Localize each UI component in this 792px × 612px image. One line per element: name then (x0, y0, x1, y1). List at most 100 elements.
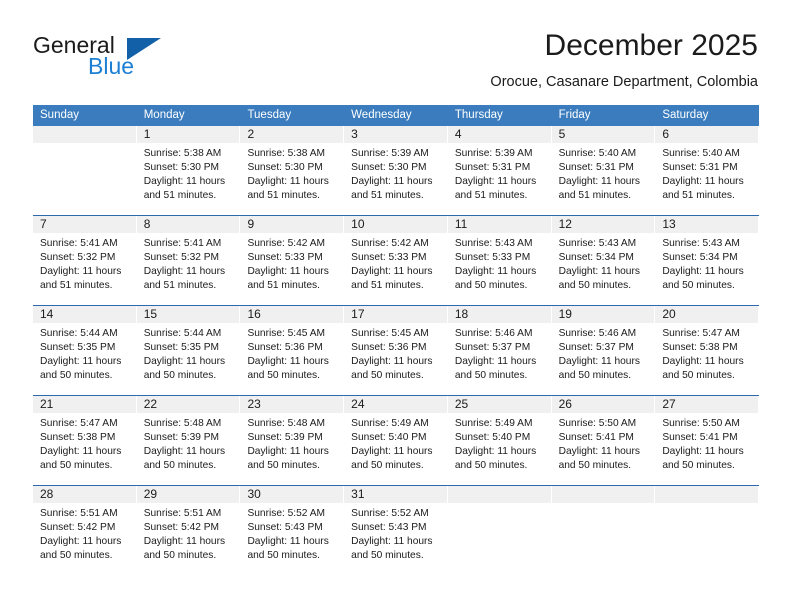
day-info: Sunrise: 5:45 AM Sunset: 5:36 PM Daylight:… (240, 323, 343, 383)
sunrise-text: Sunrise: 5:43 AM (558, 238, 637, 249)
daylight-text-line1: Daylight: 11 hours (454, 176, 537, 187)
sunset-text: Sunset: 5:32 PM (40, 252, 116, 263)
day-cell[interactable]: 9 Sunrise: 5:42 AM Sunset: 5:33 PM Daylight… (240, 216, 345, 305)
day-cell[interactable]: 25 Sunrise: 5:49 AM Sunset: 5:40 PM Dayligh… (447, 396, 552, 485)
day-cell[interactable]: 8 Sunrise: 5:41 AM Sunset: 5:32 PM Daylight… (136, 216, 241, 305)
day-cell[interactable]: 11 Sunrise: 5:43 AM Sunset: 5:33 PM Dayligh… (447, 216, 552, 305)
daylight-text-line2: and 50 minutes. (454, 460, 528, 471)
day-cell[interactable]: 2 Sunrise: 5:38 AM Sunset: 5:30 PM Daylight… (240, 126, 345, 215)
day-cell[interactable]: 10 Sunrise: 5:42 AM Sunset: 5:33 PM Dayligh… (344, 216, 448, 305)
day-cell[interactable]: 26 Sunrise: 5:50 AM Sunset: 5:41 PM Dayligh… (551, 396, 656, 485)
sunrise-text: Sunrise: 5:42 AM (351, 238, 429, 249)
day-number: 17 (344, 306, 447, 323)
day-cell[interactable]: 7 Sunrise: 5:41 AM Sunset: 5:32 PM Daylight… (33, 216, 137, 305)
day-number: 8 (136, 216, 240, 233)
day-cell[interactable]: 12 Sunrise: 5:43 AM Sunset: 5:34 PM Dayligh… (551, 216, 656, 305)
day-info: Sunrise: 5:41 AM Sunset: 5:32 PM Daylight:… (137, 233, 240, 293)
daylight-text-line2: and 50 minutes. (351, 370, 424, 381)
daylight-text-line1: Daylight: 11 hours (662, 176, 744, 187)
daylight-text-line2: and 50 minutes. (558, 370, 632, 381)
daylight-text-line1: Daylight: 11 hours (40, 536, 122, 547)
day-info: Sunrise: 5:50 AM Sunset: 5:41 PM Daylight:… (655, 413, 758, 473)
sunrise-text: Sunrise: 5:49 AM (454, 418, 533, 429)
daylight-text-line1: Daylight: 11 hours (143, 536, 226, 547)
day-cell[interactable]: 3 Sunrise: 5:39 AM Sunset: 5:30 PM Daylight… (344, 126, 448, 215)
sunset-text: Sunset: 5:33 PM (247, 252, 323, 263)
weekday-header-thursday: Thursday (454, 109, 503, 121)
day-cell[interactable]: 31 Sunrise: 5:52 AM Sunset: 5:43 PM Dayligh… (344, 486, 448, 575)
sunrise-text: Sunrise: 5:46 AM (558, 328, 637, 339)
daylight-text-line1: Daylight: 11 hours (558, 266, 640, 277)
day-cell[interactable]: 15 Sunrise: 5:44 AM Sunset: 5:35 PM Dayligh… (136, 306, 241, 395)
sunrise-text: Sunrise: 5:50 AM (662, 418, 740, 429)
day-cell[interactable]: 5 Sunrise: 5:40 AM Sunset: 5:31 PM Daylight… (551, 126, 656, 215)
sunset-text: Sunset: 5:31 PM (454, 162, 531, 173)
day-info: Sunrise: 5:49 AM Sunset: 5:40 PM Daylight:… (344, 413, 447, 473)
sunset-text: Sunset: 5:31 PM (662, 162, 738, 173)
sunset-text: Sunset: 5:32 PM (143, 252, 220, 263)
day-cell[interactable]: 21 Sunrise: 5:47 AM Sunset: 5:38 PM Dayligh… (33, 396, 137, 485)
sunrise-text: Sunrise: 5:47 AM (662, 328, 740, 339)
day-number: 1 (136, 126, 240, 143)
sunrise-text: Sunrise: 5:45 AM (351, 328, 429, 339)
day-number: 24 (344, 396, 447, 413)
calendar-grid: Sunday Monday Tuesday Wednesday Thursday Frid… (33, 105, 760, 575)
day-info: Sunrise: 5:47 AM Sunset: 5:38 PM Daylight:… (33, 413, 136, 473)
day-cell[interactable]: 13 Sunrise: 5:43 AM Sunset: 5:34 PM Dayligh… (655, 216, 760, 305)
title-block: December 2025 Orocue, Casanare Departmen… (490, 28, 758, 91)
day-cell[interactable]: 14 Sunrise: 5:44 AM Sunset: 5:35 PM Dayligh… (33, 306, 137, 395)
daylight-text-line2: and 50 minutes. (40, 550, 113, 561)
sunset-text: Sunset: 5:36 PM (351, 342, 427, 353)
daylight-text-line2: and 50 minutes. (454, 370, 528, 381)
day-cell[interactable]: 19 Sunrise: 5:46 AM Sunset: 5:37 PM Dayligh… (551, 306, 656, 395)
day-info: Sunrise: 5:48 AM Sunset: 5:39 PM Daylight:… (240, 413, 343, 473)
day-cell[interactable]: 23 Sunrise: 5:48 AM Sunset: 5:39 PM Dayligh… (240, 396, 345, 485)
day-cell[interactable]: 6 Sunrise: 5:40 AM Sunset: 5:31 PM Daylight… (655, 126, 760, 215)
daylight-text-line2: and 51 minutes. (558, 190, 632, 201)
sunset-text: Sunset: 5:42 PM (143, 522, 220, 533)
day-number: 19 (551, 306, 655, 323)
day-info: Sunrise: 5:49 AM Sunset: 5:40 PM Daylight:… (448, 413, 551, 473)
day-info: Sunrise: 5:44 AM Sunset: 5:35 PM Daylight:… (33, 323, 136, 383)
daylight-text-line1: Daylight: 11 hours (558, 446, 640, 457)
day-cell[interactable]: 29 Sunrise: 5:51 AM Sunset: 5:42 PM Dayligh… (136, 486, 241, 575)
daylight-text-line2: and 50 minutes. (351, 460, 424, 471)
day-number: 2 (240, 126, 344, 143)
daylight-text-line2: and 50 minutes. (247, 370, 320, 381)
day-cell[interactable]: 24 Sunrise: 5:49 AM Sunset: 5:40 PM Dayligh… (344, 396, 448, 485)
day-number (551, 486, 655, 503)
day-cell[interactable]: 20 Sunrise: 5:47 AM Sunset: 5:38 PM Dayligh… (655, 306, 760, 395)
daylight-text-line1: Daylight: 11 hours (247, 446, 329, 457)
daylight-text-line1: Daylight: 11 hours (143, 176, 226, 187)
day-cell[interactable]: 18 Sunrise: 5:46 AM Sunset: 5:37 PM Dayligh… (447, 306, 552, 395)
sunset-text: Sunset: 5:33 PM (454, 252, 531, 263)
generalblue-logo[interactable]: General Blue (33, 32, 203, 80)
weekday-header-friday: Friday (558, 109, 591, 121)
day-cell[interactable]: 17 Sunrise: 5:45 AM Sunset: 5:36 PM Dayligh… (344, 306, 448, 395)
weekday-header-wednesday: Wednesday (351, 109, 412, 121)
sunset-text: Sunset: 5:43 PM (351, 522, 427, 533)
day-info: Sunrise: 5:46 AM Sunset: 5:37 PM Daylight:… (552, 323, 655, 383)
day-cell[interactable]: 30 Sunrise: 5:52 AM Sunset: 5:43 PM Dayligh… (240, 486, 345, 575)
weekday-header-monday: Monday (143, 109, 185, 121)
day-number: 3 (344, 126, 447, 143)
day-cell[interactable]: 22 Sunrise: 5:48 AM Sunset: 5:39 PM Dayligh… (136, 396, 241, 485)
daylight-text-line1: Daylight: 11 hours (351, 536, 433, 547)
day-info: Sunrise: 5:45 AM Sunset: 5:36 PM Daylight:… (344, 323, 447, 383)
day-cell[interactable]: 16 Sunrise: 5:45 AM Sunset: 5:36 PM Dayligh… (240, 306, 345, 395)
daylight-text-line2: and 50 minutes. (662, 460, 735, 471)
day-info: Sunrise: 5:52 AM Sunset: 5:43 PM Daylight:… (240, 503, 343, 563)
daylight-text-line1: Daylight: 11 hours (143, 446, 226, 457)
sunset-text: Sunset: 5:36 PM (247, 342, 323, 353)
day-cell[interactable]: 27 Sunrise: 5:50 AM Sunset: 5:41 PM Dayligh… (655, 396, 760, 485)
daylight-text-line2: and 50 minutes. (558, 280, 632, 291)
day-info: Sunrise: 5:52 AM Sunset: 5:43 PM Daylight:… (344, 503, 447, 563)
day-number: 4 (447, 126, 551, 143)
day-number: 12 (551, 216, 655, 233)
page-title: December 2025 (544, 29, 758, 62)
week-row: 21 Sunrise: 5:47 AM Sunset: 5:38 PM Dayligh… (33, 395, 760, 485)
day-cell[interactable]: 1 Sunrise: 5:38 AM Sunset: 5:30 PM Daylight… (136, 126, 241, 215)
day-cell[interactable]: 4 Sunrise: 5:39 AM Sunset: 5:31 PM Daylight… (447, 126, 552, 215)
day-cell[interactable]: 28 Sunrise: 5:51 AM Sunset: 5:42 PM Dayligh… (33, 486, 137, 575)
sunset-text: Sunset: 5:35 PM (40, 342, 116, 353)
